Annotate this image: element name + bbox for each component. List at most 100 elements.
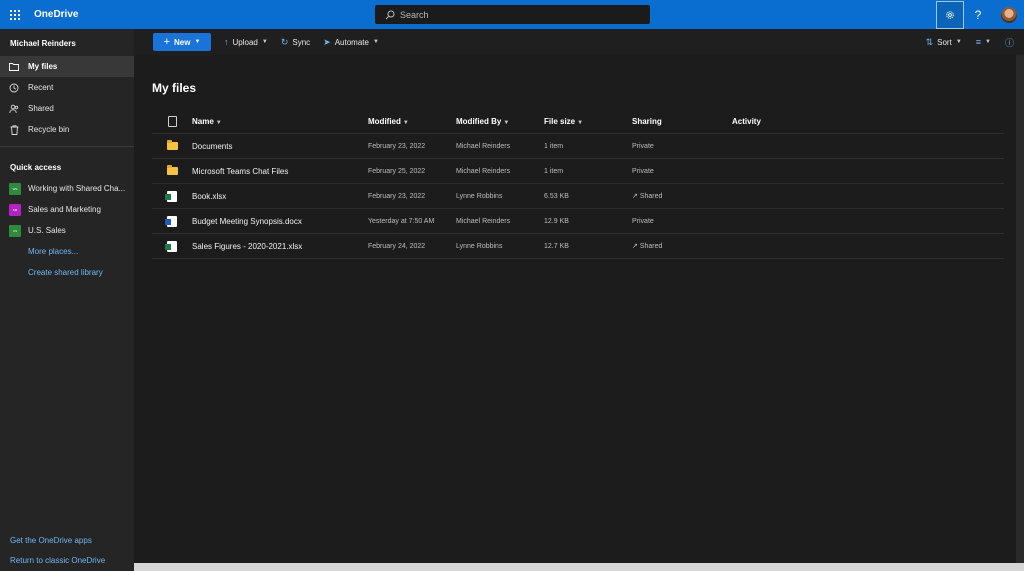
nav-item-label: My files (28, 62, 58, 71)
site-icon: US (9, 224, 21, 237)
excel-file-icon (165, 190, 177, 202)
file-name[interactable]: Book.xlsx (192, 192, 368, 201)
file-type-header[interactable] (152, 116, 192, 127)
app-name[interactable]: OneDrive (34, 9, 78, 20)
column-label: Activity (732, 117, 761, 126)
modified-date: Yesterday at 7:50 AM (368, 217, 435, 225)
quick-access-title: Quick access (10, 163, 62, 172)
plus-icon: + (163, 36, 171, 48)
sharing-label: Shared (639, 193, 663, 200)
quick-access-label: U.S. Sales (28, 226, 66, 235)
new-label: New (174, 37, 191, 47)
app-launcher-button[interactable] (0, 0, 29, 29)
column-header-name[interactable]: Name ▼ (192, 117, 368, 126)
modified-by: Michael Reinders (456, 142, 511, 150)
table-row[interactable]: Book.xlsx February 23, 2022 Lynne Robbin… (152, 184, 1004, 209)
chevron-down-icon: ▼ (261, 39, 268, 45)
sort-button[interactable]: ⇅ Sort ▼ (926, 37, 962, 48)
sharing-status: ↗ Shared (632, 242, 732, 250)
view-options-button[interactable]: ≡ ▼ (976, 37, 991, 47)
share-icon: ↗ (632, 243, 640, 250)
automate-icon: ➤ (323, 36, 331, 47)
word-file-icon (165, 215, 177, 227)
chevron-down-icon: ▼ (194, 39, 201, 45)
table-row[interactable]: Microsoft Teams Chat Files February 25, … (152, 159, 1004, 184)
modified-by: Michael Reinders (456, 167, 511, 175)
modified-by: Michael Reinders (456, 217, 511, 225)
horizontal-scrollbar[interactable] (134, 563, 1024, 571)
chevron-down-icon: ▼ (985, 39, 991, 45)
main-content: My files Name ▼ Modified ▼ Modified By ▼ Fi… (134, 55, 1016, 563)
file-size: 12.7 KB (544, 242, 569, 250)
upload-button[interactable]: ↑ Upload ▼ (224, 37, 268, 47)
waffle-icon (9, 9, 20, 20)
folder-icon (166, 165, 178, 175)
column-label: Name (192, 117, 214, 126)
column-header-sharing[interactable]: Sharing (632, 117, 732, 126)
quick-access-item[interactable]: WS Working with Shared Cha... (0, 178, 134, 199)
file-size: 12.9 KB (544, 217, 569, 225)
settings-button[interactable] (936, 0, 964, 29)
table-row[interactable]: Sales Figures - 2020-2021.xlsx February … (152, 234, 1004, 259)
people-icon (9, 104, 19, 114)
modified-by: Lynne Robbins (456, 242, 503, 250)
column-header-modified-by[interactable]: Modified By ▼ (456, 117, 544, 126)
get-apps-link[interactable]: Get the OneDrive apps (0, 531, 134, 551)
column-header-file-size[interactable]: File size ▼ (544, 117, 632, 126)
nav-item-shared[interactable]: Shared (0, 98, 134, 119)
new-button[interactable]: + New ▼ (153, 33, 211, 51)
automate-button[interactable]: ➤ Automate ▼ (323, 37, 379, 48)
file-name[interactable]: Microsoft Teams Chat Files (192, 167, 368, 176)
sort-icon: ⇅ (925, 36, 934, 47)
column-label: File size (544, 117, 576, 126)
top-bar: OneDrive Search ? (0, 0, 1024, 29)
share-icon: ↗ (632, 193, 640, 200)
file-name[interactable]: Sales Figures - 2020-2021.xlsx (192, 242, 368, 251)
quick-access-item[interactable]: SM Sales and Marketing (0, 199, 134, 220)
list-view-icon: ≡ (975, 37, 982, 47)
chevron-down-icon: ▼ (955, 39, 962, 45)
help-button[interactable]: ? (964, 1, 992, 29)
command-bar: + New ▼ ↑ Upload ▼ ↻ Sync ➤ Automate ▼ ⇅… (134, 29, 1024, 55)
gear-icon (946, 10, 954, 19)
nav-item-label: Recent (28, 83, 54, 92)
chevron-down-icon: ▼ (402, 120, 409, 126)
left-nav: Michael Reinders My files Recent Shared … (0, 29, 134, 571)
sharing-status: ↗ Shared (632, 192, 732, 200)
chevron-down-icon: ▼ (215, 120, 222, 126)
table-row[interactable]: Budget Meeting Synopsis.docx Yesterday a… (152, 209, 1004, 234)
column-label: Sharing (632, 117, 662, 126)
nav-item-recycle-bin[interactable]: Recycle bin (0, 119, 134, 140)
column-header-activity[interactable]: Activity (732, 117, 832, 126)
info-icon: ⓘ (1004, 37, 1014, 48)
quick-access-item[interactable]: US U.S. Sales (0, 220, 134, 241)
file-name[interactable]: Documents (192, 142, 368, 151)
details-pane-button[interactable]: ⓘ (1005, 36, 1014, 49)
vertical-scrollbar[interactable] (1016, 55, 1024, 563)
create-shared-library-link[interactable]: Create shared library (0, 262, 134, 283)
files-table: Name ▼ Modified ▼ Modified By ▼ File size ▼ … (152, 110, 1004, 259)
modified-date: February 25, 2022 (368, 167, 426, 175)
search-input[interactable]: Search (400, 10, 429, 20)
table-row[interactable]: Documents February 23, 2022 Michael Rein… (152, 134, 1004, 159)
file-size: 1 item (544, 142, 564, 150)
search-box[interactable]: Search (375, 5, 650, 24)
more-places-link[interactable]: More places... (0, 241, 134, 262)
sync-button[interactable]: ↻ Sync (281, 37, 310, 48)
sharing-status: Private (632, 217, 654, 225)
classic-onedrive-link[interactable]: Return to classic OneDrive (0, 551, 134, 571)
sync-label: Sync (292, 37, 311, 47)
trash-icon (9, 124, 19, 135)
avatar[interactable] (1001, 6, 1017, 23)
chevron-down-icon: ▼ (372, 39, 379, 45)
nav-item-my-files[interactable]: My files (0, 56, 134, 77)
modified-date: February 23, 2022 (368, 142, 426, 150)
clock-icon (9, 83, 19, 93)
nav-item-recent[interactable]: Recent (0, 77, 134, 98)
folder-icon (9, 62, 19, 72)
modified-date: February 24, 2022 (368, 242, 426, 250)
file-size: 6.53 KB (544, 192, 569, 200)
automate-label: Automate (334, 37, 369, 47)
column-header-modified[interactable]: Modified ▼ (368, 117, 456, 126)
file-name[interactable]: Budget Meeting Synopsis.docx (192, 217, 368, 226)
